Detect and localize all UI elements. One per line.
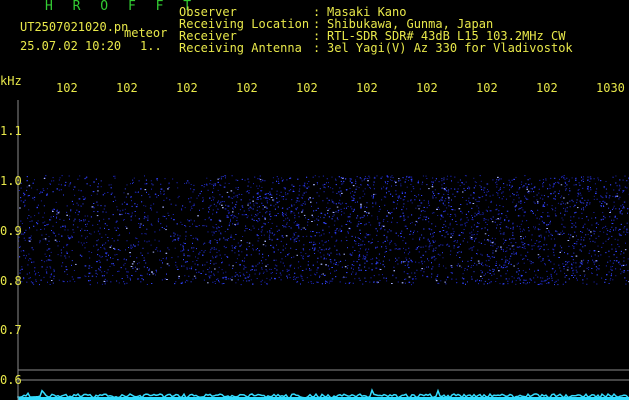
x-tick-label: 102 [296,81,318,95]
x-tick-label: 102 [356,81,378,95]
y-tick-label: 0.9 [0,224,22,238]
x-tick-label: 102 [56,81,78,95]
cyan-baseline-trace [17,388,629,400]
x-tick-label: 102 [176,81,198,95]
y-tick-label: 0.7 [0,323,22,337]
x-tick-label: 102 [116,81,138,95]
x-tick-label: 102 [236,81,258,95]
y-tick-label: 1.0 [0,174,22,188]
y-axis-unit: kHz [0,74,22,88]
y-tick-label: 1.1 [0,124,22,138]
meta-value-antenna: 3el Yagi(V) Az 330 for Vladivostok [327,41,573,55]
filename: UT2507021020.pn [20,20,129,34]
spectrogram-display [17,100,629,400]
meta-colon: : [313,41,321,55]
x-tick-label: 1030 [596,81,625,95]
meta-label-antenna: Receiving Antenna [179,41,302,55]
signal-noise-band [18,175,629,286]
y-tick-label: 0.8 [0,274,22,288]
timestamp: 25.07.02 10:20 [20,39,122,53]
counter: 1.. [140,39,162,53]
detection-tag: meteor [124,26,168,40]
x-tick-label: 102 [416,81,438,95]
x-tick-label: 102 [476,81,498,95]
y-tick-label: 0.6 [0,373,22,387]
x-tick-label: 102 [536,81,558,95]
app-title: H R O F F T [45,0,198,14]
